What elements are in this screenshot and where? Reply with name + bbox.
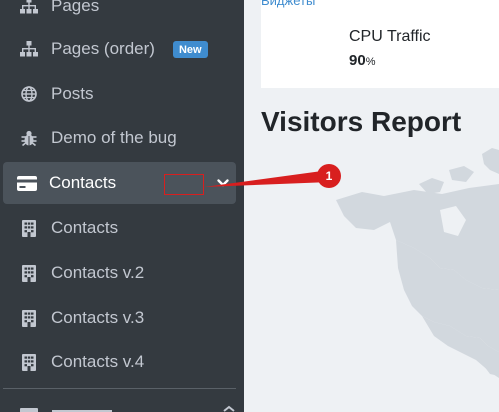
widget-title: CPU Traffic xyxy=(349,28,431,45)
globe-icon xyxy=(18,83,40,105)
sidebar-subitem-contacts-v4[interactable]: Contacts v.4 xyxy=(0,340,244,384)
sidebar-item-label: Contacts xyxy=(49,173,117,192)
bug-icon xyxy=(18,127,40,149)
new-badge: New xyxy=(172,40,208,58)
sidebar-item-label: Contacts xyxy=(51,218,119,237)
sidebar-item-demo-bug[interactable]: Demo of the bug xyxy=(0,116,244,160)
map-region-arctic xyxy=(482,148,499,174)
sidebar-divider xyxy=(3,388,236,389)
step-marker: 1 xyxy=(317,164,341,188)
partial-item-icon xyxy=(20,405,235,412)
widget-value: 90% xyxy=(349,52,375,69)
visitors-map[interactable] xyxy=(244,140,499,412)
sidebar-item-posts[interactable]: Posts xyxy=(0,72,244,116)
building-icon xyxy=(18,262,40,284)
sidebar-item-partial[interactable] xyxy=(0,398,244,412)
chevron-down-icon[interactable] xyxy=(216,175,230,189)
widget-value-unit: % xyxy=(365,56,376,68)
sidebar-subitem-contacts-v3[interactable]: Contacts v.3 xyxy=(0,296,244,340)
sidebar-item-pages[interactable]: Pages xyxy=(0,0,244,28)
sitemap-icon xyxy=(18,0,40,17)
highlight-box xyxy=(164,174,204,195)
sidebar-item-label: Pages xyxy=(51,0,100,15)
sidebar-subitem-contacts[interactable]: Contacts xyxy=(0,206,244,250)
credit-card-icon xyxy=(16,172,38,194)
sidebar-item-label: Contacts v.3 xyxy=(51,308,145,327)
map-region-arctic-islands-2 xyxy=(449,166,474,182)
sidebar-item-pages-order[interactable]: Pages (order) New xyxy=(0,27,244,71)
sidebar-item-label: Demo of the bug xyxy=(51,128,177,147)
report-title: Visitors Report xyxy=(261,106,462,137)
building-icon xyxy=(18,351,40,373)
widget-value-number: 90 xyxy=(349,52,366,69)
sidebar-subitem-contacts-v2[interactable]: Contacts v.2 xyxy=(0,251,244,295)
sidebar: Pages Pages (order) New Posts Demo of th… xyxy=(0,0,244,412)
sidebar-item-label: Pages (order) xyxy=(51,39,155,58)
sidebar-item-label: Contacts v.4 xyxy=(51,352,145,371)
widgets-header: Виджеты xyxy=(261,0,316,8)
building-icon xyxy=(18,307,40,329)
sitemap-icon xyxy=(18,38,40,60)
sidebar-item-label: Posts xyxy=(51,84,94,103)
sidebar-item-label: Contacts v.2 xyxy=(51,263,145,282)
building-icon xyxy=(18,217,40,239)
